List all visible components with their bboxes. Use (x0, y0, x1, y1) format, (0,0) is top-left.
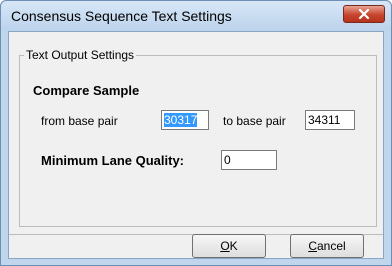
text-output-settings-group (19, 55, 377, 227)
to-base-pair-input[interactable]: 34311 (305, 110, 355, 130)
dialog-window: Consensus Sequence Text Settings Text Ou… (0, 0, 392, 266)
group-label: Text Output Settings (24, 48, 137, 62)
minimum-lane-quality-input[interactable]: 0 (221, 150, 277, 170)
compare-sample-heading: Compare Sample (33, 83, 140, 98)
close-icon (358, 9, 370, 19)
title-bar[interactable]: Consensus Sequence Text Settings (1, 1, 391, 31)
from-base-pair-input[interactable]: 30317 (161, 110, 209, 130)
from-base-pair-label: from base pair (41, 114, 118, 128)
minimum-lane-quality-value: 0 (224, 153, 231, 167)
minimum-lane-quality-label: Minimum Lane Quality: (41, 153, 185, 168)
dialog-body: Text Output Settings Compare Sample from… (8, 31, 384, 259)
to-base-pair-label: to base pair (223, 114, 286, 128)
cancel-label-rest: ancel (316, 239, 346, 253)
cancel-button[interactable]: Cancel (290, 234, 364, 258)
ok-mnemonic: O (220, 239, 230, 253)
ok-button[interactable]: OK (192, 234, 266, 258)
close-button[interactable] (343, 5, 385, 23)
from-base-pair-value: 30317 (164, 113, 198, 127)
to-base-pair-value: 34311 (308, 113, 341, 127)
cancel-mnemonic: C (308, 239, 317, 253)
ok-label-rest: K (229, 239, 238, 253)
window-title: Consensus Sequence Text Settings (11, 8, 232, 24)
